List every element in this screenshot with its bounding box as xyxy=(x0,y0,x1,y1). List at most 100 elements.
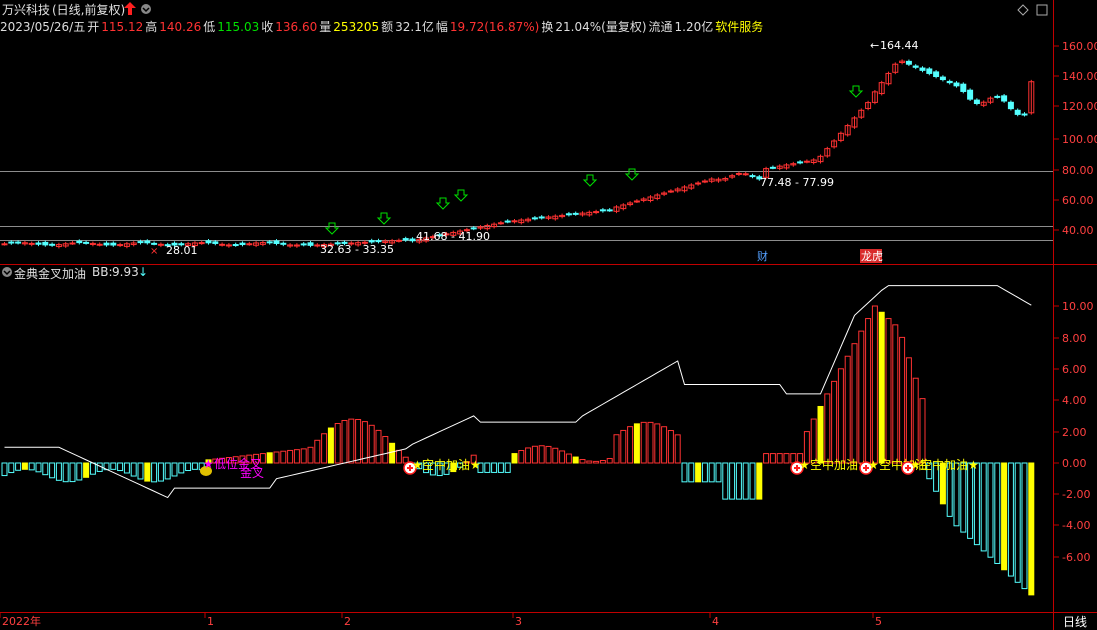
candle-body xyxy=(695,182,702,185)
indicator-bar xyxy=(49,462,56,479)
candle-body xyxy=(83,241,90,244)
indicator-bar xyxy=(885,318,892,464)
high-price-label: 164.44 xyxy=(880,39,919,52)
indicator-bar xyxy=(123,462,130,474)
main-tick-label: 40.00 xyxy=(1062,224,1094,237)
indicator-bar xyxy=(708,462,715,483)
candle-body xyxy=(606,209,613,212)
indicator-bar xyxy=(565,453,572,464)
indicator-bar xyxy=(280,450,287,464)
indicator-bar xyxy=(973,462,980,546)
indicator-collapse-icon[interactable] xyxy=(1,266,13,281)
indicator-bar xyxy=(905,357,912,464)
tag-longhu[interactable]: 龙虎 xyxy=(861,250,883,263)
candle-body xyxy=(912,65,919,68)
bb-value: 9.93 xyxy=(112,265,139,279)
indicator-bar xyxy=(389,442,396,464)
high-marker: ← xyxy=(870,39,879,52)
indicator-bar xyxy=(355,418,362,464)
indicator-bar xyxy=(769,453,776,464)
indicator-bar xyxy=(647,421,654,464)
indicator-bar xyxy=(144,462,151,482)
period-label[interactable]: 日线 xyxy=(1063,615,1087,629)
chart-canvas[interactable]: 160.00140.00120.00100.0080.0060.0040.00 … xyxy=(0,0,1097,630)
candle-body xyxy=(994,95,1001,98)
indicator-bar xyxy=(62,462,69,483)
indicator-bar xyxy=(980,462,987,552)
candle-body xyxy=(300,243,307,246)
candle-body xyxy=(511,220,518,223)
indicator-bar xyxy=(715,462,722,483)
candle-body xyxy=(212,241,219,244)
indicator-bar xyxy=(171,462,178,477)
ind-tick-label: -4.00 xyxy=(1062,519,1090,532)
main-tick-label: 160.00 xyxy=(1062,40,1097,53)
candle-body xyxy=(926,68,933,74)
time-axis: 2022年 1 2 3 4 5 xyxy=(0,612,882,628)
indicator-bar xyxy=(892,324,899,464)
indicator-bar xyxy=(674,434,681,464)
star-icon: ★ xyxy=(968,458,979,472)
indicator-bar xyxy=(1028,462,1035,596)
indicator-name[interactable]: 金典金叉加油 xyxy=(14,265,86,282)
star-icon: ★ xyxy=(203,457,214,471)
range-label-1: 32.63 - 33.35 xyxy=(320,243,394,256)
indicator-bar xyxy=(1014,462,1021,583)
ind-tick-label: 0.00 xyxy=(1062,457,1087,470)
indicator-bar xyxy=(701,462,708,483)
candle-body xyxy=(69,242,76,245)
down-arrow-icon xyxy=(435,197,451,210)
indicator-bar xyxy=(735,462,742,500)
indicator-bar xyxy=(633,423,640,464)
indicator-bar xyxy=(83,462,90,478)
indicator-bar xyxy=(1,462,8,477)
indicator-bar xyxy=(586,460,593,464)
indicator-bar xyxy=(89,462,96,475)
time-label: 2022年 xyxy=(2,614,41,628)
indicator-bar xyxy=(620,429,627,464)
indicator-bar xyxy=(729,462,736,500)
candle-body xyxy=(470,227,477,230)
indicator-bar xyxy=(76,462,83,481)
indicator-bar xyxy=(1021,462,1028,590)
candle-body xyxy=(749,175,756,178)
candle-body xyxy=(266,241,273,244)
indicator-bar xyxy=(722,462,729,500)
tag-finance[interactable]: 财 xyxy=(757,249,768,263)
down-arrow-icon xyxy=(624,168,640,181)
time-label: 3 xyxy=(515,615,522,628)
signal-air-refuel-2: 空中加油 xyxy=(810,457,858,472)
candle-body xyxy=(1007,101,1014,110)
indicator-bar xyxy=(878,311,885,464)
indicator-bar xyxy=(525,447,532,464)
indicator-bar xyxy=(151,462,158,483)
indicator-bar xyxy=(545,445,552,464)
indicator-bar xyxy=(164,462,171,480)
indicator-bar xyxy=(552,447,559,464)
indicator-bar xyxy=(157,462,164,482)
candle-body xyxy=(735,172,742,175)
star-icon: ★ xyxy=(868,458,879,472)
indicator-bar xyxy=(538,445,545,464)
candle-body xyxy=(1014,109,1021,115)
candle-body xyxy=(137,241,144,244)
indicator-bar xyxy=(817,405,824,464)
candle-body xyxy=(1021,113,1028,116)
signal-air-refuel-4: 空中加油 xyxy=(920,457,968,472)
ind-tick-label: 10.00 xyxy=(1062,300,1094,313)
indicator-bar xyxy=(749,462,756,500)
indicator-bar xyxy=(899,336,906,464)
indicator-bar xyxy=(654,423,661,464)
candle-body xyxy=(973,99,980,105)
indicator-bar xyxy=(681,462,688,483)
indicator-bar xyxy=(967,462,974,539)
indicator-bar xyxy=(695,462,702,483)
indicator-bar xyxy=(504,462,511,473)
time-label: 2 xyxy=(344,615,351,628)
candle-body xyxy=(103,242,110,246)
indicator-bar xyxy=(531,445,538,464)
indicator-signals: ★低位金叉金叉★空中加油★★空中加油★★空中加油★空中加油★ xyxy=(200,456,979,480)
down-arrow-icon xyxy=(848,85,864,98)
candle-body xyxy=(110,242,117,246)
indicator-bar xyxy=(178,462,185,474)
